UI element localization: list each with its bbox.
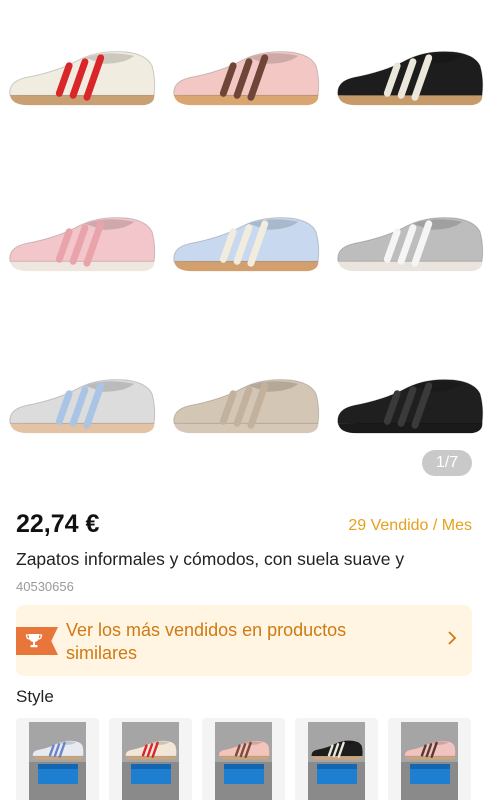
best-sellers-text: Ver los más vendidos en productos simila… xyxy=(66,620,347,663)
product-title: Zapatos informales y cómodos, con suela … xyxy=(16,549,405,569)
shoe-pink-brown xyxy=(173,51,320,106)
style-thumb-white-blue[interactable] xyxy=(16,718,99,800)
image-counter: 1/7 xyxy=(422,450,472,476)
product-sku: 40530656 xyxy=(16,579,74,594)
product-image-gallery[interactable]: 1/7 xyxy=(0,0,488,488)
product-image xyxy=(9,51,484,434)
shoe-grey-blue xyxy=(9,379,156,434)
shoe-grid xyxy=(9,51,484,434)
style-thumb-image xyxy=(122,722,179,800)
shoe-pink-pink xyxy=(9,217,156,272)
shoe-silver-white xyxy=(337,217,484,272)
shoe-beige-beige xyxy=(173,379,320,434)
trophy-icon xyxy=(16,627,58,655)
style-label: Style xyxy=(16,687,54,706)
style-thumb-image xyxy=(215,722,272,800)
product-price: 22,74 € xyxy=(16,510,100,538)
shoe-blue-cream xyxy=(173,217,320,272)
sold-count: 29 Vendido / Mes xyxy=(348,517,472,534)
best-sellers-banner[interactable]: Ver los más vendidos en productos simila… xyxy=(16,605,472,676)
chevron-right-icon xyxy=(446,629,458,651)
style-thumb-image xyxy=(401,722,458,800)
style-thumb-pink-brown[interactable] xyxy=(202,718,285,800)
style-thumb-pink-dark[interactable] xyxy=(388,718,471,800)
style-thumb-image xyxy=(308,722,365,800)
shoe-black-black xyxy=(337,379,484,434)
style-thumb-image xyxy=(29,722,86,800)
style-thumb-cream-red[interactable] xyxy=(109,718,192,800)
style-thumb-black-white[interactable] xyxy=(295,718,378,800)
shoe-black-white xyxy=(337,51,484,106)
style-thumbnails xyxy=(16,718,488,800)
shoe-cream-red xyxy=(9,51,156,106)
